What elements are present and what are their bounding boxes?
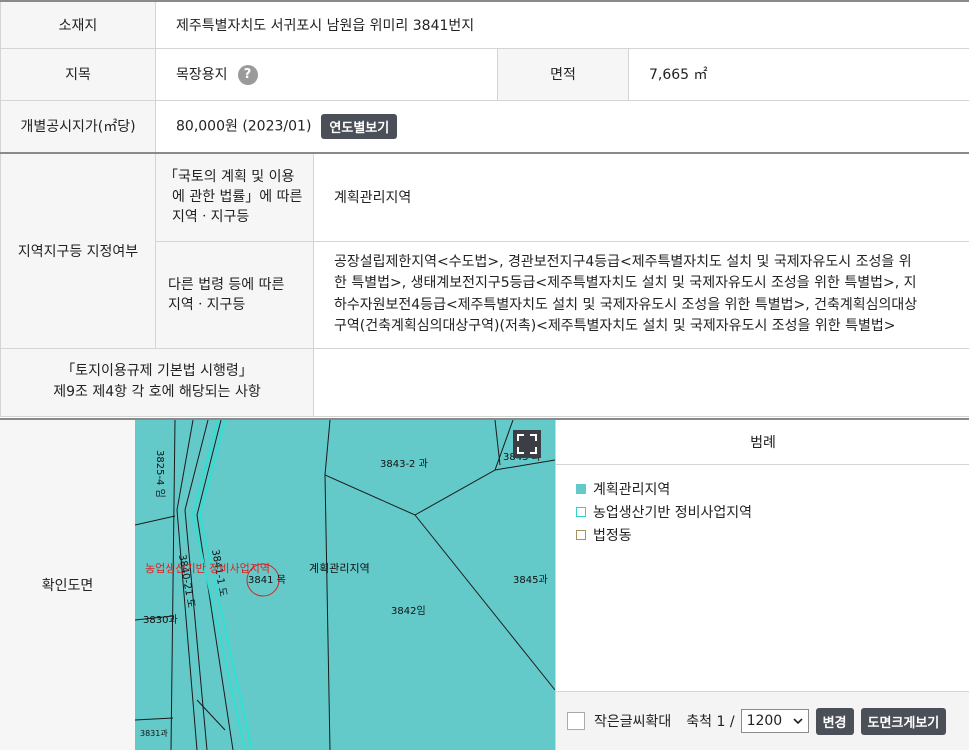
parcel-line — [197, 700, 225, 730]
parcel-line — [325, 475, 330, 750]
parcel-3825-label: 3825-4 임 — [154, 450, 167, 498]
land-use-plan-page: 소재지 제주특별자치도 서귀포시 남원읍 위미리 3841번지 지목 목장용지?… — [0, 0, 969, 748]
parcel-line — [495, 420, 500, 465]
legend-swatch — [576, 484, 586, 494]
enlarge-map-button[interactable]: 도면크게보기 — [861, 708, 947, 735]
price-cell: 80,000원 (2023/01) 연도별보기 — [156, 100, 969, 153]
parcel-line — [171, 420, 175, 750]
price-value: 80,000원 (2023/01) — [176, 118, 311, 134]
legend-panel: 범례 계획관리지역 농업생산기반 정비사업지역 법정동 작은글씨확대 축척 1 … — [555, 420, 969, 750]
zone-sub1-value: 계획관리지역 — [314, 153, 969, 241]
help-icon[interactable]: ? — [238, 65, 258, 85]
parcel-3830-label: 3830과 — [143, 614, 178, 626]
parcel-line — [135, 718, 173, 720]
parcel-3831-label: 3831과 — [140, 729, 168, 738]
regulation-value — [314, 348, 969, 416]
enlarge-text-checkbox[interactable] — [567, 712, 585, 730]
legend-swatch — [576, 530, 586, 540]
legend-swatch — [576, 507, 586, 517]
legend-item: 법정동 — [576, 523, 969, 546]
chevron-down-icon — [793, 718, 803, 725]
scale-label: 축척 1 / — [686, 711, 734, 731]
agri-zone-map-label: 농업생산기반 정비사업지역 — [145, 562, 270, 575]
parcel-3843-2-label: 3843-2 과 — [380, 458, 428, 470]
location-value: 제주특별자치도 서귀포시 남원읍 위미리 3841번지 — [156, 1, 969, 48]
fullscreen-button[interactable] — [513, 430, 541, 458]
zone-sub2-label: 다른 법령 등에 따른 지역ㆍ지구등 — [156, 241, 314, 348]
change-scale-button[interactable]: 변경 — [816, 708, 854, 735]
map-controls: 작은글씨확대 축척 1 / 1200 변경 도면크게보기 — [556, 691, 969, 750]
parcel-line — [415, 515, 555, 690]
zone-map-label: 계획관리지역 — [309, 562, 370, 575]
landcat-value: 목장용지 — [176, 67, 228, 83]
regulation-label: 「토지이용규제 기본법 시행령」 제9조 제4항 각 호에 해당되는 사항 — [1, 348, 314, 416]
confirm-map-section: 확인도면 3825-4 임 38 — [0, 418, 969, 750]
parcel-3845-label: 3845과 — [513, 574, 548, 586]
parcel-3842-label: 3842임 — [391, 604, 426, 617]
land-info-table: 소재지 제주특별자치도 서귀포시 남원읍 위미리 3841번지 지목 목장용지?… — [0, 0, 969, 417]
price-label: 개별공시지가(㎡당) — [1, 100, 156, 153]
cadastral-map[interactable]: 3825-4 임 3843-2 과 3843 과 3845과 3842임 384… — [135, 420, 555, 750]
scale-select[interactable]: 1200 — [741, 709, 809, 733]
landcat-cell: 목장용지? — [156, 48, 498, 100]
map-label: 확인도면 — [0, 420, 136, 750]
landcat-label: 지목 — [1, 48, 156, 100]
expand-icon — [513, 430, 541, 458]
enlarge-text-label: 작은글씨확대 — [594, 711, 671, 731]
zone-sub1-label: 「국토의 계획 및 이용 에 관한 법률」에 따른 지역ㆍ지구등 — [156, 153, 314, 241]
legend-item: 농업생산기반 정비사업지역 — [576, 500, 969, 523]
zone-label: 지역지구등 지정여부 — [1, 153, 156, 348]
legend-list: 계획관리지역 농업생산기반 정비사업지역 법정동 — [556, 465, 969, 546]
parcel-3841-label: 3841 목 — [248, 574, 286, 586]
yearly-view-button[interactable]: 연도별보기 — [321, 114, 397, 139]
legend-title: 범례 — [556, 420, 969, 465]
area-label: 면적 — [498, 48, 629, 100]
parcel-line — [135, 516, 175, 525]
map-canvas: 3825-4 임 3843-2 과 3843 과 3845과 3842임 384… — [135, 420, 555, 750]
area-value: 7,665 ㎡ — [629, 48, 969, 100]
location-label: 소재지 — [1, 1, 156, 48]
legend-item: 계획관리지역 — [576, 477, 969, 500]
zone-sub2-value: 공장설립제한지역<수도법>, 경관보전지구4등급<제주특별자치도 설치 및 국제… — [314, 241, 969, 348]
